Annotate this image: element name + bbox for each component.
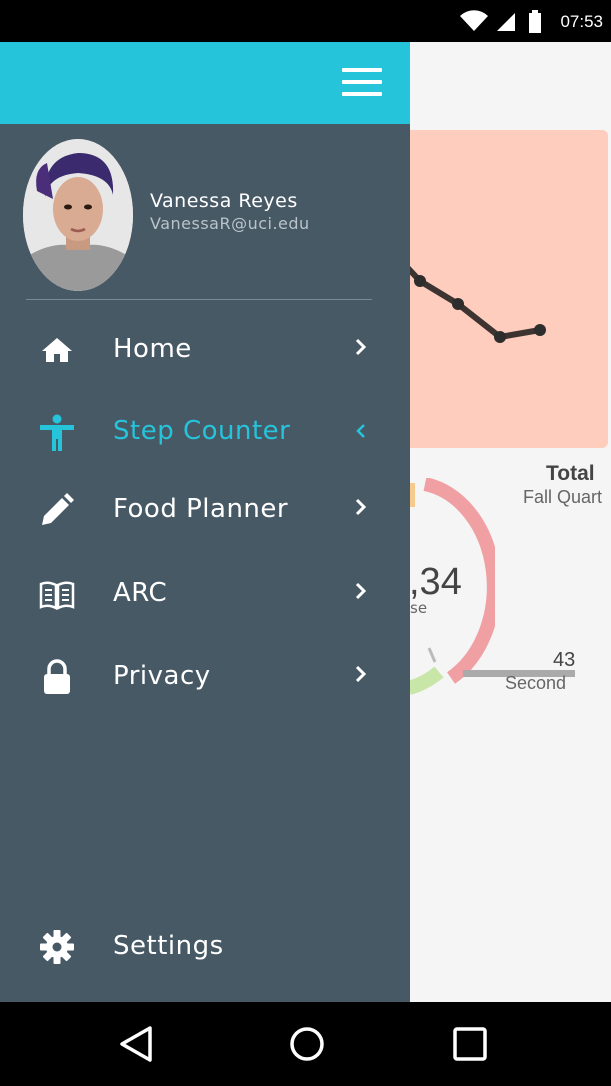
nav-label-food-planner: Food Planner	[113, 494, 289, 524]
user-name: Vanessa Reyes	[150, 190, 298, 212]
hamburger-menu-icon[interactable]	[340, 66, 384, 98]
chevron-right-icon	[355, 582, 367, 600]
home-circle-icon[interactable]	[287, 1024, 327, 1064]
nav-label-arc: ARC	[113, 578, 168, 608]
nav-item-settings[interactable]: Settings	[0, 917, 410, 977]
nav-item-step-counter[interactable]: Step Counter	[0, 402, 410, 462]
recents-square-icon[interactable]	[450, 1024, 490, 1064]
gear-icon	[40, 930, 74, 964]
system-nav-bar	[0, 1002, 611, 1086]
steps-unit: se	[410, 599, 428, 617]
chevron-right-icon	[355, 665, 367, 683]
lock-icon	[44, 659, 70, 694]
nav-item-home[interactable]: Home	[0, 320, 410, 380]
pencil-icon	[42, 493, 74, 525]
nav-item-food-planner[interactable]: Food Planner	[0, 480, 410, 540]
total-label: Total	[546, 462, 595, 485]
nav-label-settings: Settings	[113, 931, 224, 961]
nav-label-home: Home	[113, 334, 192, 364]
user-email: VanessaR@uci.edu	[150, 214, 310, 233]
home-icon	[42, 338, 72, 362]
chevron-right-icon	[355, 498, 367, 516]
nav-item-arc[interactable]: ARC	[0, 564, 410, 624]
avatar-photo	[23, 139, 133, 291]
seconds-label: Second	[505, 673, 567, 693]
nav-label-step-counter: Step Counter	[113, 416, 291, 446]
seconds-value: 43	[553, 649, 576, 671]
quarter-label: Fall Quart	[523, 487, 603, 507]
open-book-icon	[39, 581, 75, 611]
nav-item-privacy[interactable]: Privacy	[0, 647, 410, 707]
avatar	[23, 139, 133, 291]
nav-label-privacy: Privacy	[113, 661, 211, 691]
steps-value: ,34	[409, 561, 462, 603]
chevron-left-icon	[356, 424, 365, 438]
accessibility-person-icon	[40, 414, 74, 451]
back-icon[interactable]	[116, 1024, 156, 1064]
drawer-divider	[26, 299, 372, 300]
chevron-right-icon	[355, 338, 367, 356]
drawer-header-bar	[0, 42, 410, 124]
